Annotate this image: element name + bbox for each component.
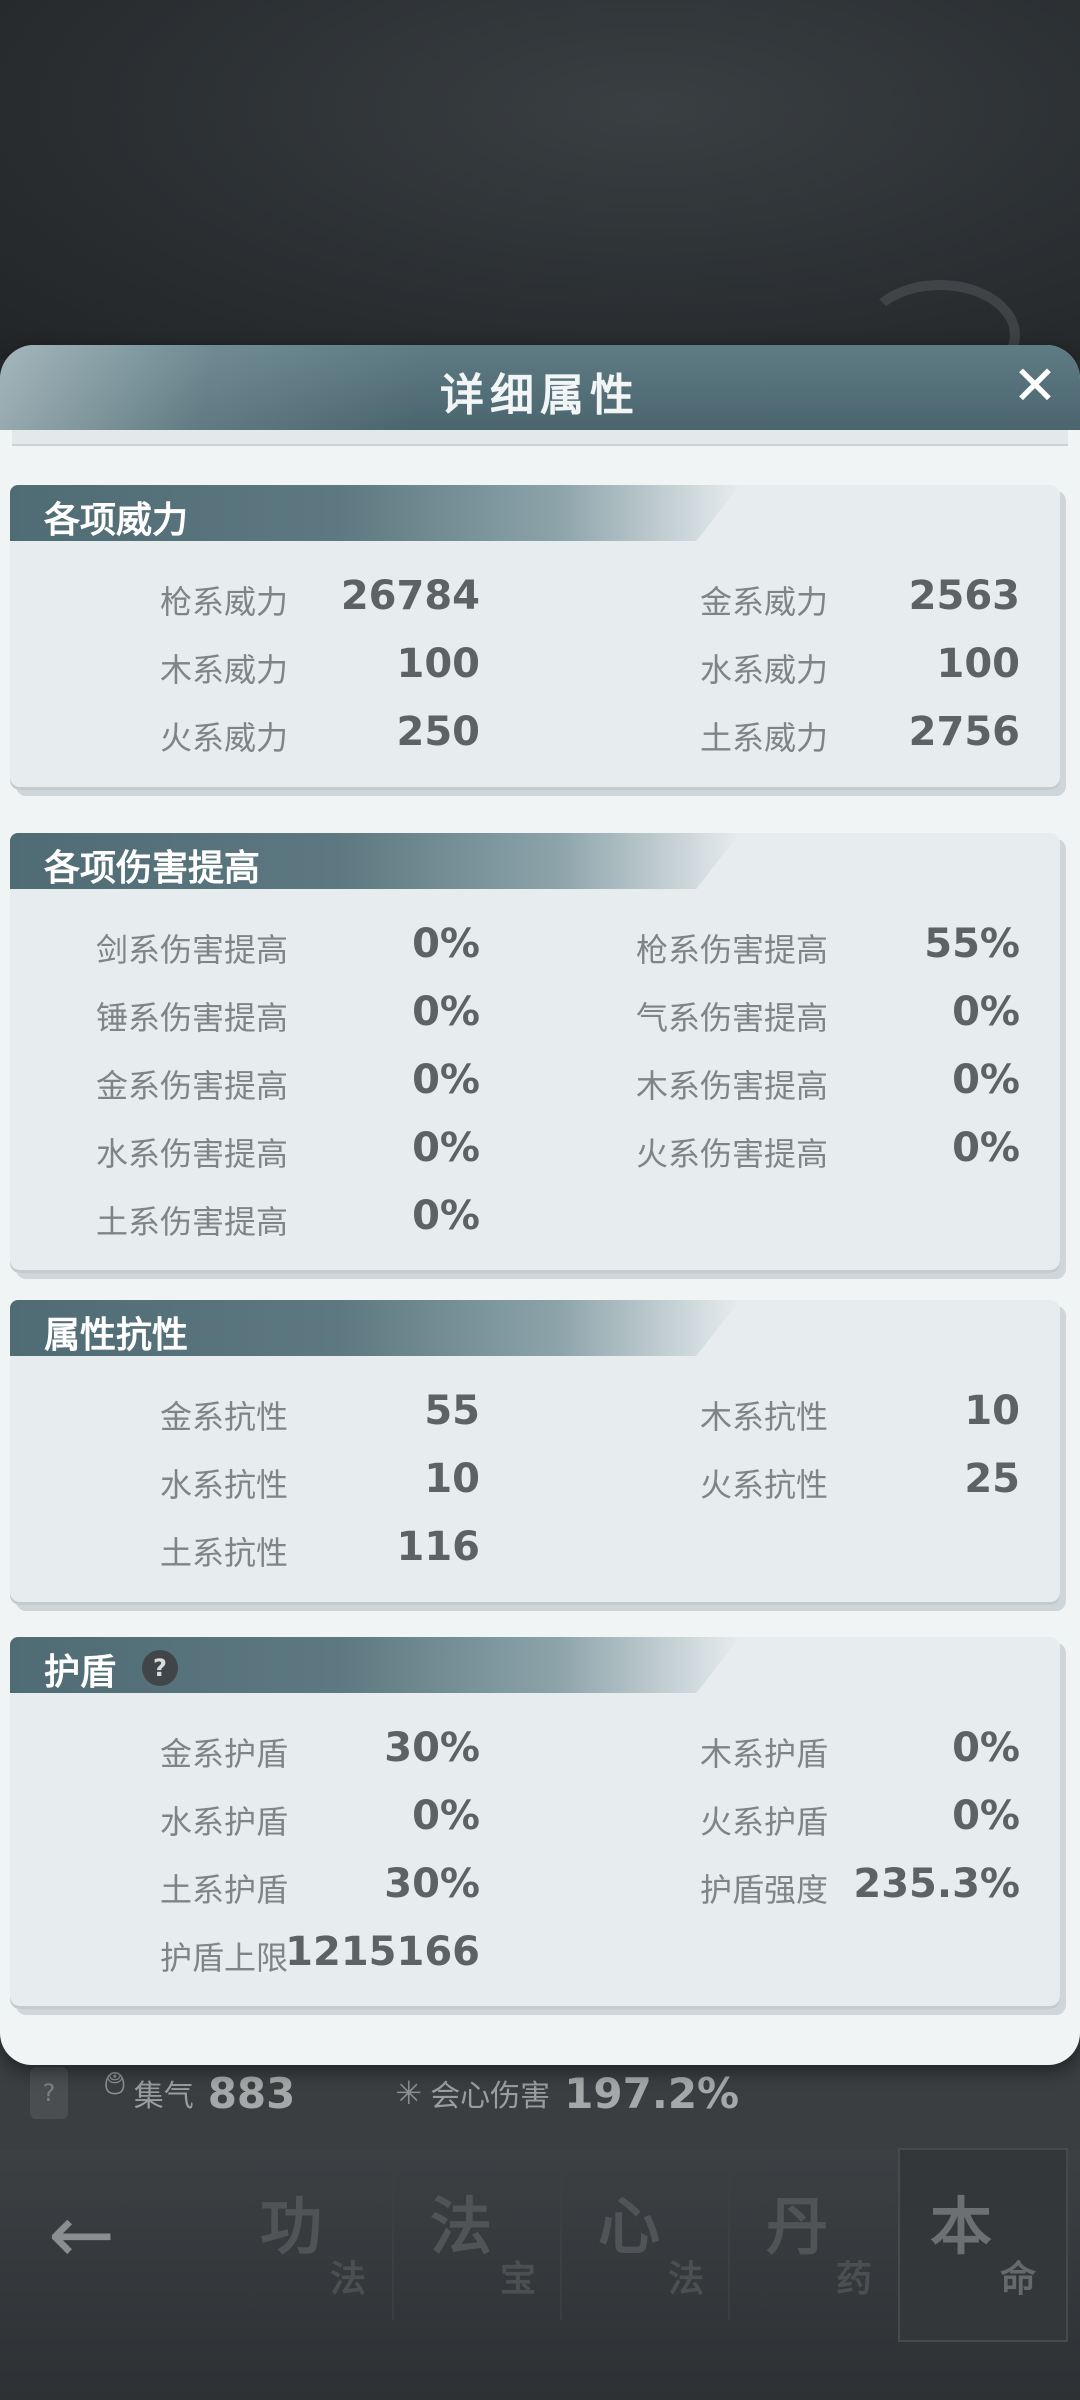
stat-label: 金系威力 [699,583,828,621]
stat-value: 25 [964,1456,1020,1502]
stat-value: 0% [952,1125,1020,1171]
stat-value: 0% [412,1793,480,1839]
stat-value: 0% [412,1125,480,1171]
qi-label: 集气 [133,2079,194,2114]
stat-label: 木系抗性 [699,1398,828,1436]
stat-value: 10 [964,1388,1020,1434]
crit-label: 会心伤害 [430,2079,551,2114]
stat-value: 100 [396,641,481,687]
stat-label: 水系护盾 [159,1803,288,1841]
stat-label: 木系伤害提高 [635,1067,828,1105]
stat-value: 55 [424,1388,480,1434]
stat-value: 0% [412,921,480,967]
tab-xinfa[interactable]: 心 法 [568,2150,734,2340]
section-header [10,1637,740,1693]
section-resistance: 属性抗性 金系抗性 55 木系抗性 10 水系抗性 10 火系抗性 25 土系抗… [10,1300,1060,1605]
tab-small-char: 法 [330,2259,367,2300]
stat-value: 0% [952,1793,1020,1839]
tab-small-char: 法 [668,2259,705,2300]
attribute-dialog: 详细属性 ✕ 各项威力 枪系威力 26784 金系威力 2563 木系威力 10… [0,345,1080,2065]
stat-label: 火系抗性 [699,1466,828,1504]
tab-big-char: 法 [430,2190,493,2263]
crit-value: 197.2% [564,2068,740,2118]
stat-value: 30% [384,1861,480,1907]
dialog-title: 详细属性 [440,370,640,421]
tab-small-char: 命 [1000,2259,1037,2300]
section-damage-boost: 各项伤害提高 剑系伤害提高 0% 枪系伤害提高 55% 锤系伤害提高 0% 气系… [10,833,1060,1273]
stat-value: 0% [952,1057,1020,1103]
stat-value: 0% [952,1725,1020,1771]
nav-divider [392,2170,394,2320]
stat-label: 水系抗性 [159,1466,288,1504]
stat-label: 金系伤害提高 [95,1067,288,1105]
stat-value: 0% [412,989,480,1035]
background-stats-row: ? ࿉ 集气 883 ✳ 会心伤害 197.2% [30,2058,839,2128]
tab-benming[interactable]: 本 命 [898,2148,1068,2342]
stat-value: 0% [412,1057,480,1103]
stat-label: 土系抗性 [159,1534,288,1572]
stat-value: 116 [396,1524,481,1570]
stat-label: 木系威力 [159,651,288,689]
stat-label: 护盾强度 [699,1871,828,1909]
tab-gongfa[interactable]: 功 法 [230,2150,396,2340]
section-power: 各项威力 枪系威力 26784 金系威力 2563 木系威力 100 水系威力 … [10,485,1060,790]
tab-big-char: 心 [598,2190,661,2263]
stat-label: 火系威力 [159,719,288,757]
sparkle-icon: ✳ [395,2074,423,2112]
stat-label: 剑系伤害提高 [95,931,288,969]
tab-small-char: 宝 [500,2259,537,2300]
tab-danyao[interactable]: 丹 药 [736,2150,902,2340]
stat-value: 30% [384,1725,480,1771]
help-icon[interactable]: ? [142,1650,178,1686]
nav-divider [728,2170,730,2320]
stat-label: 木系护盾 [699,1735,828,1773]
stat-label: 水系伤害提高 [95,1135,288,1173]
nav-divider [560,2170,562,2320]
stat-label: 火系护盾 [699,1803,828,1841]
stat-label: 金系护盾 [159,1735,288,1773]
back-arrow-icon[interactable]: ← [48,2190,138,2280]
close-icon[interactable]: ✕ [1006,357,1064,415]
section-title: 各项威力 [44,500,189,541]
stat-label: 金系抗性 [159,1398,288,1436]
stat-label: 锤系伤害提高 [95,999,288,1037]
section-shield: 护盾 ? 金系护盾 30% 木系护盾 0% 水系护盾 0% 火系护盾 0% 土系… [10,1637,1060,2009]
tab-big-char: 丹 [766,2190,829,2263]
tab-small-char: 药 [836,2259,873,2300]
stat-label: 火系伤害提高 [635,1135,828,1173]
stat-value: 10 [424,1456,480,1502]
dialog-header: 详细属性 ✕ [0,345,1080,430]
stat-value: 2756 [908,709,1020,755]
stat-label: 土系威力 [699,719,828,757]
stat-label: 水系威力 [699,651,828,689]
stat-label: 气系伤害提高 [635,999,828,1037]
stat-value: 55% [924,921,1020,967]
section-title: 各项伤害提高 [44,848,261,889]
section-title: 属性抗性 [44,1315,189,1356]
stat-label: 枪系威力 [159,583,288,621]
help-icon[interactable]: ? [30,2067,68,2119]
section-title: 护盾 [44,1652,117,1693]
tab-fabao[interactable]: 法 宝 [400,2150,566,2340]
stat-value: 235.3% [853,1861,1020,1907]
stat-value: 250 [396,709,481,755]
stat-value: 0% [412,1193,480,1239]
stat-label: 土系护盾 [159,1871,288,1909]
header-divider [12,430,1068,446]
qi-value: 883 [207,2068,296,2118]
tab-big-char: 功 [260,2190,323,2263]
stat-label: 土系伤害提高 [95,1203,288,1241]
tab-big-char: 本 [930,2190,993,2263]
stat-label: 护盾上限 [159,1939,288,1977]
stat-label: 枪系伤害提高 [635,931,828,969]
stat-value: 26784 [340,573,480,619]
stat-value: 1215166 [285,1929,480,1975]
stat-value: 2563 [908,573,1020,619]
stat-value: 100 [936,641,1021,687]
stat-value: 0% [952,989,1020,1035]
